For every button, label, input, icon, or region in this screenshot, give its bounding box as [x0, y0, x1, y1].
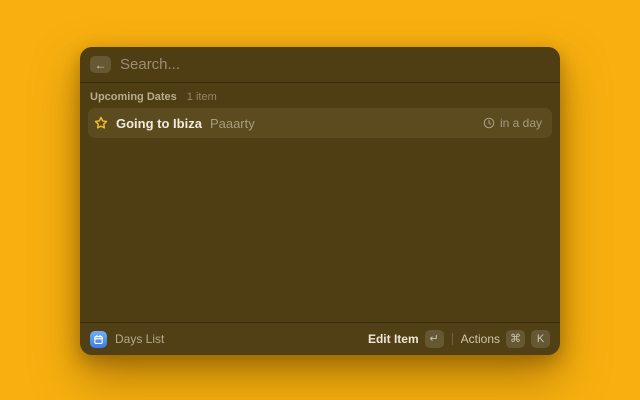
edit-item-action[interactable]: Edit Item ↵: [368, 330, 444, 348]
clock-icon: [483, 117, 495, 129]
list-item-title: Going to Ibiza: [116, 116, 202, 131]
results-list: Going to Ibiza Paaarty in a day: [80, 108, 560, 138]
section-item-count: 1 item: [187, 91, 217, 103]
footer-actions: Edit Item ↵ Actions ⌘ K: [368, 330, 550, 348]
empty-results-area: [80, 138, 560, 322]
desktop-background: ← Upcoming Dates 1 item Going to Ibiza P…: [0, 0, 640, 400]
accessory-text: in a day: [500, 116, 542, 130]
launcher-window: ← Upcoming Dates 1 item Going to Ibiza P…: [80, 47, 560, 355]
back-button[interactable]: ←: [90, 56, 111, 73]
list-item[interactable]: Going to Ibiza Paaarty in a day: [88, 108, 552, 138]
edit-item-label: Edit Item: [368, 332, 419, 346]
search-bar: ←: [80, 47, 560, 82]
footer-bar: Days List Edit Item ↵ Actions ⌘ K: [80, 323, 560, 355]
app-name-label: Days List: [115, 332, 164, 346]
section-title: Upcoming Dates: [90, 91, 177, 103]
star-icon: [94, 116, 108, 130]
footer-app-info: Days List: [90, 331, 164, 348]
list-item-accessory: in a day: [483, 116, 542, 130]
actions-label: Actions: [461, 332, 500, 346]
section-header: Upcoming Dates 1 item: [80, 83, 560, 108]
back-arrow-icon: ←: [95, 59, 107, 71]
return-key-icon: ↵: [425, 330, 444, 348]
list-item-subtitle: Paaarty: [210, 116, 255, 131]
actions-menu-button[interactable]: Actions ⌘ K: [461, 330, 550, 348]
k-key: K: [531, 330, 550, 348]
command-key-icon: ⌘: [506, 330, 525, 348]
footer-action-separator: [452, 333, 453, 345]
days-list-app-icon: [90, 331, 107, 348]
search-input[interactable]: [120, 56, 550, 73]
